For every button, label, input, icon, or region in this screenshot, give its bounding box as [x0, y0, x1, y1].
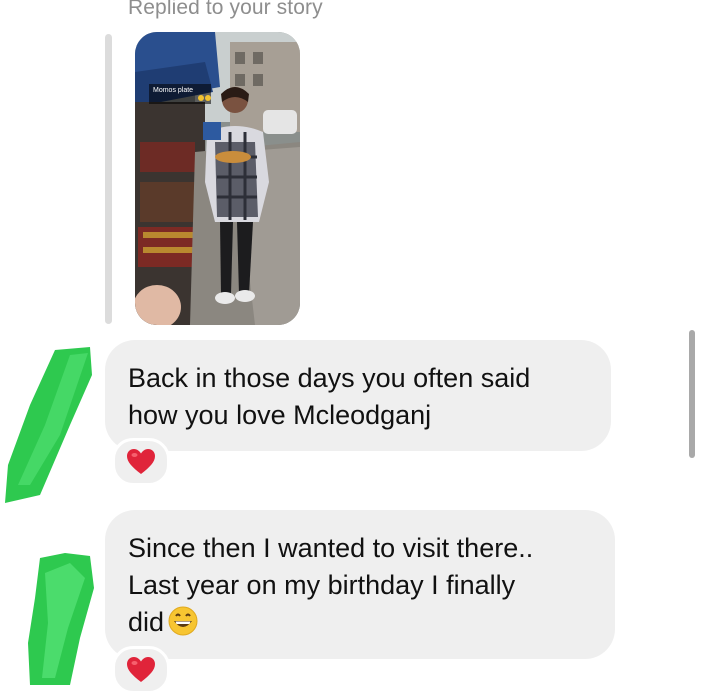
heart-icon — [127, 449, 155, 474]
avatar-redaction-mark — [28, 553, 94, 685]
story-thumbnail[interactable]: Momos plate — [135, 32, 300, 325]
heart-icon — [127, 657, 155, 682]
replied-to-story-label: Replied to your story — [128, 0, 323, 19]
reply-indicator-bar — [105, 34, 112, 324]
message-bubble[interactable]: Since then I wanted to visit there.. Las… — [105, 510, 615, 659]
message-bubble[interactable]: Back in those days you often said how yo… — [105, 340, 611, 451]
message-line: Since then I wanted to visit there.. — [128, 533, 534, 563]
message-line: did — [128, 607, 165, 637]
reaction-badge[interactable] — [112, 646, 170, 694]
avatar-redaction-mark — [5, 347, 92, 503]
message-line: how you love Mcleodganj — [128, 400, 432, 430]
story-caption: Momos plate — [153, 87, 193, 94]
reaction-badge[interactable] — [112, 438, 170, 486]
message-line: Back in those days you often said — [128, 363, 531, 393]
grinning-face-icon — [168, 606, 198, 646]
message-line: Last year on my birthday I finally — [128, 570, 516, 600]
scrollbar-thumb[interactable] — [689, 330, 695, 458]
